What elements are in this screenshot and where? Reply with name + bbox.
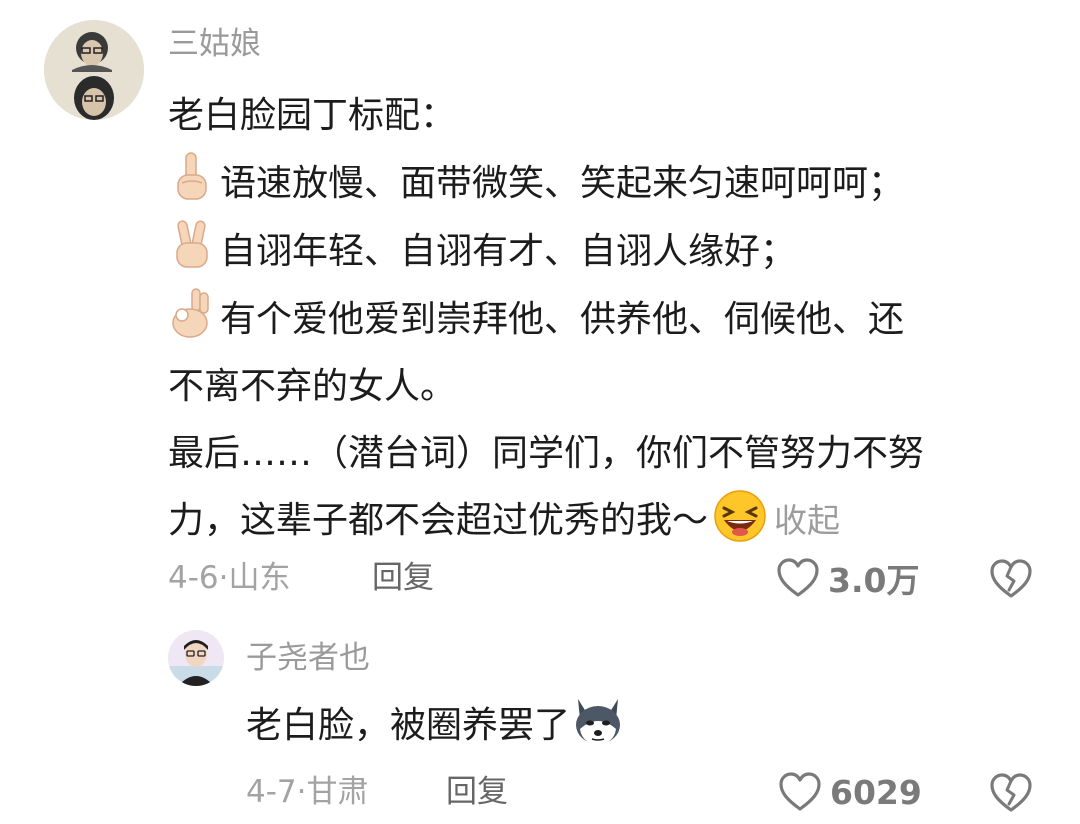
avatar[interactable]	[44, 20, 144, 120]
like-count: 6029	[830, 772, 922, 812]
index-finger-up-icon	[177, 152, 207, 200]
ending-text: 最后……（潜台词）同学们，你们不管努力不努	[168, 433, 925, 474]
date-location: 4-7·甘肃	[246, 774, 369, 810]
list-item: 有个爱他爱到崇拜他、供养他、伺候他、还	[168, 285, 1028, 353]
list-item-text: 有个爱他爱到崇拜他、供养他、伺候他、还	[220, 299, 905, 340]
list-item: 语速放慢、面带微笑、笑起来匀速呵呵呵；	[168, 149, 1028, 217]
ok-hand-icon	[172, 288, 209, 338]
comment-text: 老白脸，被圈养罢了	[246, 692, 626, 759]
heart-icon	[777, 558, 819, 597]
reply-button[interactable]: 回复	[372, 556, 434, 600]
reply-button[interactable]: 回复	[446, 770, 508, 814]
list-item-text: 语速放慢、面带微笑、笑起来匀速呵呵呵；	[220, 163, 905, 204]
comment-text: 老白脸园丁标配： 语速放慢、面带微笑、笑起来匀速呵呵呵； 自诩年轻、自诩有才、自…	[168, 82, 1028, 554]
collapse-button[interactable]: 收起	[774, 501, 840, 540]
comment-title: 老白脸园丁标配：	[168, 95, 457, 136]
list-item-continuation: 不离不弃的女人。	[168, 366, 457, 407]
list-item-text: 自诩年轻、自诩有才、自诩人缘好；	[220, 231, 797, 272]
heart-icon	[779, 772, 821, 811]
ending-text: 力，这辈子都不会超过优秀的我～	[168, 500, 709, 541]
broken-heart-icon[interactable]	[988, 770, 1034, 816]
comment-text-content: 老白脸，被圈养罢了	[246, 705, 571, 746]
username[interactable]: 子尧者也	[246, 636, 370, 680]
avatar[interactable]	[168, 630, 224, 686]
list-item: 自诩年轻、自诩有才、自诩人缘好；	[168, 217, 1028, 285]
date-location: 4-6·山东	[168, 560, 291, 596]
like-button[interactable]: 3.0万	[776, 554, 919, 602]
broken-heart-icon[interactable]	[988, 556, 1034, 602]
ending-text-line2: 力，这辈子都不会超过优秀的我～ 收起	[168, 487, 1028, 554]
laughing-face-icon	[714, 490, 766, 542]
like-count: 3.0万	[828, 561, 920, 600]
husky-face-icon	[576, 699, 621, 745]
victory-hand-icon	[176, 220, 208, 268]
like-button[interactable]: 6029	[778, 768, 922, 816]
username[interactable]: 三姑娘	[168, 22, 261, 66]
